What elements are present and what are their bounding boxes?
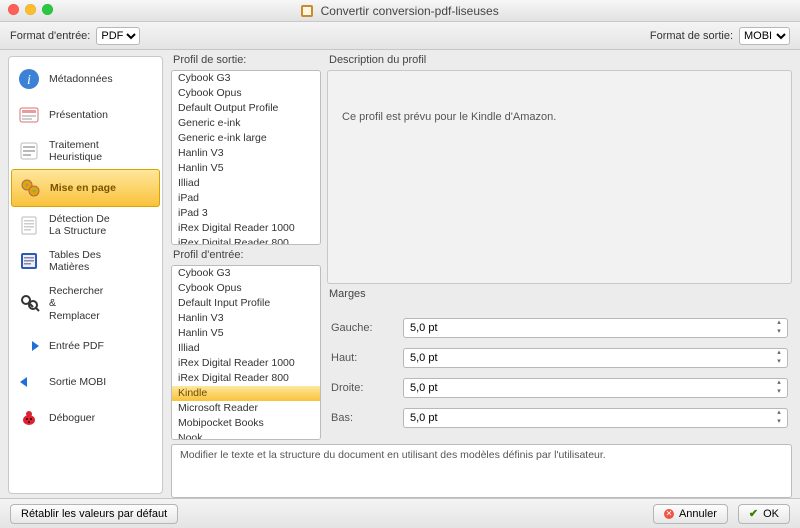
traffic-lights (8, 4, 53, 15)
stepper-up-icon[interactable]: ▴ (772, 409, 786, 418)
sidebar-item-metadata[interactable]: i Métadonnées (11, 61, 160, 97)
list-item[interactable]: Generic e-ink large (172, 131, 320, 146)
sidebar-item-label: Mise en page (50, 182, 116, 194)
list-item[interactable]: Illiad (172, 176, 320, 191)
list-item[interactable]: Microsoft Reader (172, 401, 320, 416)
sidebar-item-label: Entrée PDF (49, 340, 104, 352)
output-format-select[interactable]: MOBI (739, 27, 790, 45)
margin-right-input[interactable] (403, 378, 788, 398)
search-icon (17, 291, 41, 315)
margin-bottom-input[interactable] (403, 408, 788, 428)
sidebar-item-search[interactable]: Rechercher & Remplacer (11, 279, 160, 327)
sidebar-item-label: Déboguer (49, 412, 95, 424)
list-item[interactable]: iRex Digital Reader 1000 (172, 356, 320, 371)
list-item[interactable]: iPad 3 (172, 206, 320, 221)
sidebar-item-label: Rechercher & Remplacer (49, 285, 103, 321)
list-item[interactable]: Mobipocket Books (172, 416, 320, 431)
window-titlebar: Convertir conversion-pdf-liseuses (0, 0, 800, 22)
list-item[interactable]: Default Output Profile (172, 101, 320, 116)
sidebar-item-look[interactable]: Présentation (11, 97, 160, 133)
toc-icon (17, 249, 41, 273)
margin-right-label: Droite: (331, 382, 395, 394)
margin-left-input[interactable] (403, 318, 788, 338)
ok-button[interactable]: ✔OK (738, 504, 790, 524)
input-format-select[interactable]: PDF (96, 27, 140, 45)
bottom-bar: Rétablir les valeurs par défaut ✕Annuler… (0, 498, 800, 528)
mobi-out-icon (17, 370, 41, 394)
stepper-down-icon[interactable]: ▾ (772, 358, 786, 367)
app-icon (301, 5, 313, 17)
check-icon: ✔ (749, 507, 758, 520)
window-title: Convertir conversion-pdf-liseuses (321, 4, 499, 18)
description-text: Ce profil est prévu pour le Kindle d'Ama… (327, 70, 792, 284)
list-item[interactable]: iRex Digital Reader 800 (172, 236, 320, 245)
sidebar-item-heuristic[interactable]: Traitement Heuristique (11, 133, 160, 169)
close-icon[interactable] (8, 4, 19, 15)
stepper-down-icon[interactable]: ▾ (772, 388, 786, 397)
sidebar-item-toc[interactable]: Tables Des Matières (11, 243, 160, 279)
list-item[interactable]: Cybook G3 (172, 71, 320, 86)
margin-top-label: Haut: (331, 352, 395, 364)
sidebar-item-label: Présentation (49, 109, 108, 121)
stepper-up-icon[interactable]: ▴ (772, 319, 786, 328)
sidebar-item-label: Détection De La Structure (49, 213, 110, 237)
look-icon (17, 103, 41, 127)
list-item[interactable]: iRex Digital Reader 800 (172, 371, 320, 386)
svg-text:i: i (27, 73, 31, 88)
list-item[interactable]: Cybook Opus (172, 281, 320, 296)
sidebar-item-structure[interactable]: Détection De La Structure (11, 207, 160, 243)
sidebar-item-label: Traitement Heuristique (49, 139, 102, 163)
stepper-up-icon[interactable]: ▴ (772, 379, 786, 388)
margin-left-label: Gauche: (331, 322, 395, 334)
debug-icon (17, 406, 41, 430)
layout-icon (18, 176, 42, 200)
cancel-icon: ✕ (664, 509, 674, 519)
list-item[interactable]: Hanlin V5 (172, 326, 320, 341)
heuristic-icon (17, 139, 41, 163)
list-item[interactable]: iPad (172, 191, 320, 206)
list-item[interactable]: Hanlin V5 (172, 161, 320, 176)
list-item[interactable]: Cybook G3 (172, 266, 320, 281)
margins-label: Marges (329, 288, 792, 300)
sidebar-item-label: Métadonnées (49, 73, 113, 85)
note-text: Modifier le texte et la structure du doc… (171, 444, 792, 498)
stepper-down-icon[interactable]: ▾ (772, 328, 786, 337)
list-item[interactable]: Cybook Opus (172, 86, 320, 101)
list-item[interactable]: Hanlin V3 (172, 146, 320, 161)
output-profile-list[interactable]: Cybook G3Cybook OpusDefault Output Profi… (171, 70, 321, 245)
input-profile-label: Profil d'entrée: (173, 249, 321, 261)
input-profile-list[interactable]: Cybook G3Cybook OpusDefault Input Profil… (171, 265, 321, 440)
sidebar-item-label: Sortie MOBI (49, 376, 106, 388)
format-bar: Format d'entrée: PDF Format de sortie: M… (0, 22, 800, 50)
pdf-in-icon (17, 334, 41, 358)
input-format-label: Format d'entrée: (10, 30, 90, 42)
sidebar: i Métadonnées Présentation Traitement Heuri… (8, 56, 163, 494)
cancel-button[interactable]: ✕Annuler (653, 504, 728, 524)
stepper-down-icon[interactable]: ▾ (772, 418, 786, 427)
output-profile-label: Profil de sortie: (173, 54, 321, 66)
sidebar-item-mobi-out[interactable]: Sortie MOBI (11, 364, 160, 400)
sidebar-item-layout[interactable]: Mise en page (11, 169, 160, 207)
description-label: Description du profil (329, 54, 792, 66)
structure-icon (17, 213, 41, 237)
sidebar-item-pdf-in[interactable]: Entrée PDF (11, 328, 160, 364)
sidebar-item-debug[interactable]: Déboguer (11, 400, 160, 436)
stepper-up-icon[interactable]: ▴ (772, 349, 786, 358)
restore-defaults-button[interactable]: Rétablir les valeurs par défaut (10, 504, 178, 524)
list-item[interactable]: Illiad (172, 341, 320, 356)
list-item[interactable]: Default Input Profile (172, 296, 320, 311)
list-item[interactable]: iRex Digital Reader 1000 (172, 221, 320, 236)
metadata-icon: i (17, 67, 41, 91)
list-item[interactable]: Kindle (172, 386, 320, 401)
output-format-label: Format de sortie: (650, 30, 733, 42)
margin-top-input[interactable] (403, 348, 788, 368)
margins-group: Gauche: ▴▾ Haut: ▴▾ Droite: ▴▾ Bas: ▴▾ (327, 304, 792, 440)
zoom-icon[interactable] (42, 4, 53, 15)
sidebar-item-label: Tables Des Matières (49, 249, 101, 273)
list-item[interactable]: Generic e-ink (172, 116, 320, 131)
list-item[interactable]: Nook (172, 431, 320, 440)
margin-bottom-label: Bas: (331, 412, 395, 424)
minimize-icon[interactable] (25, 4, 36, 15)
list-item[interactable]: Hanlin V3 (172, 311, 320, 326)
